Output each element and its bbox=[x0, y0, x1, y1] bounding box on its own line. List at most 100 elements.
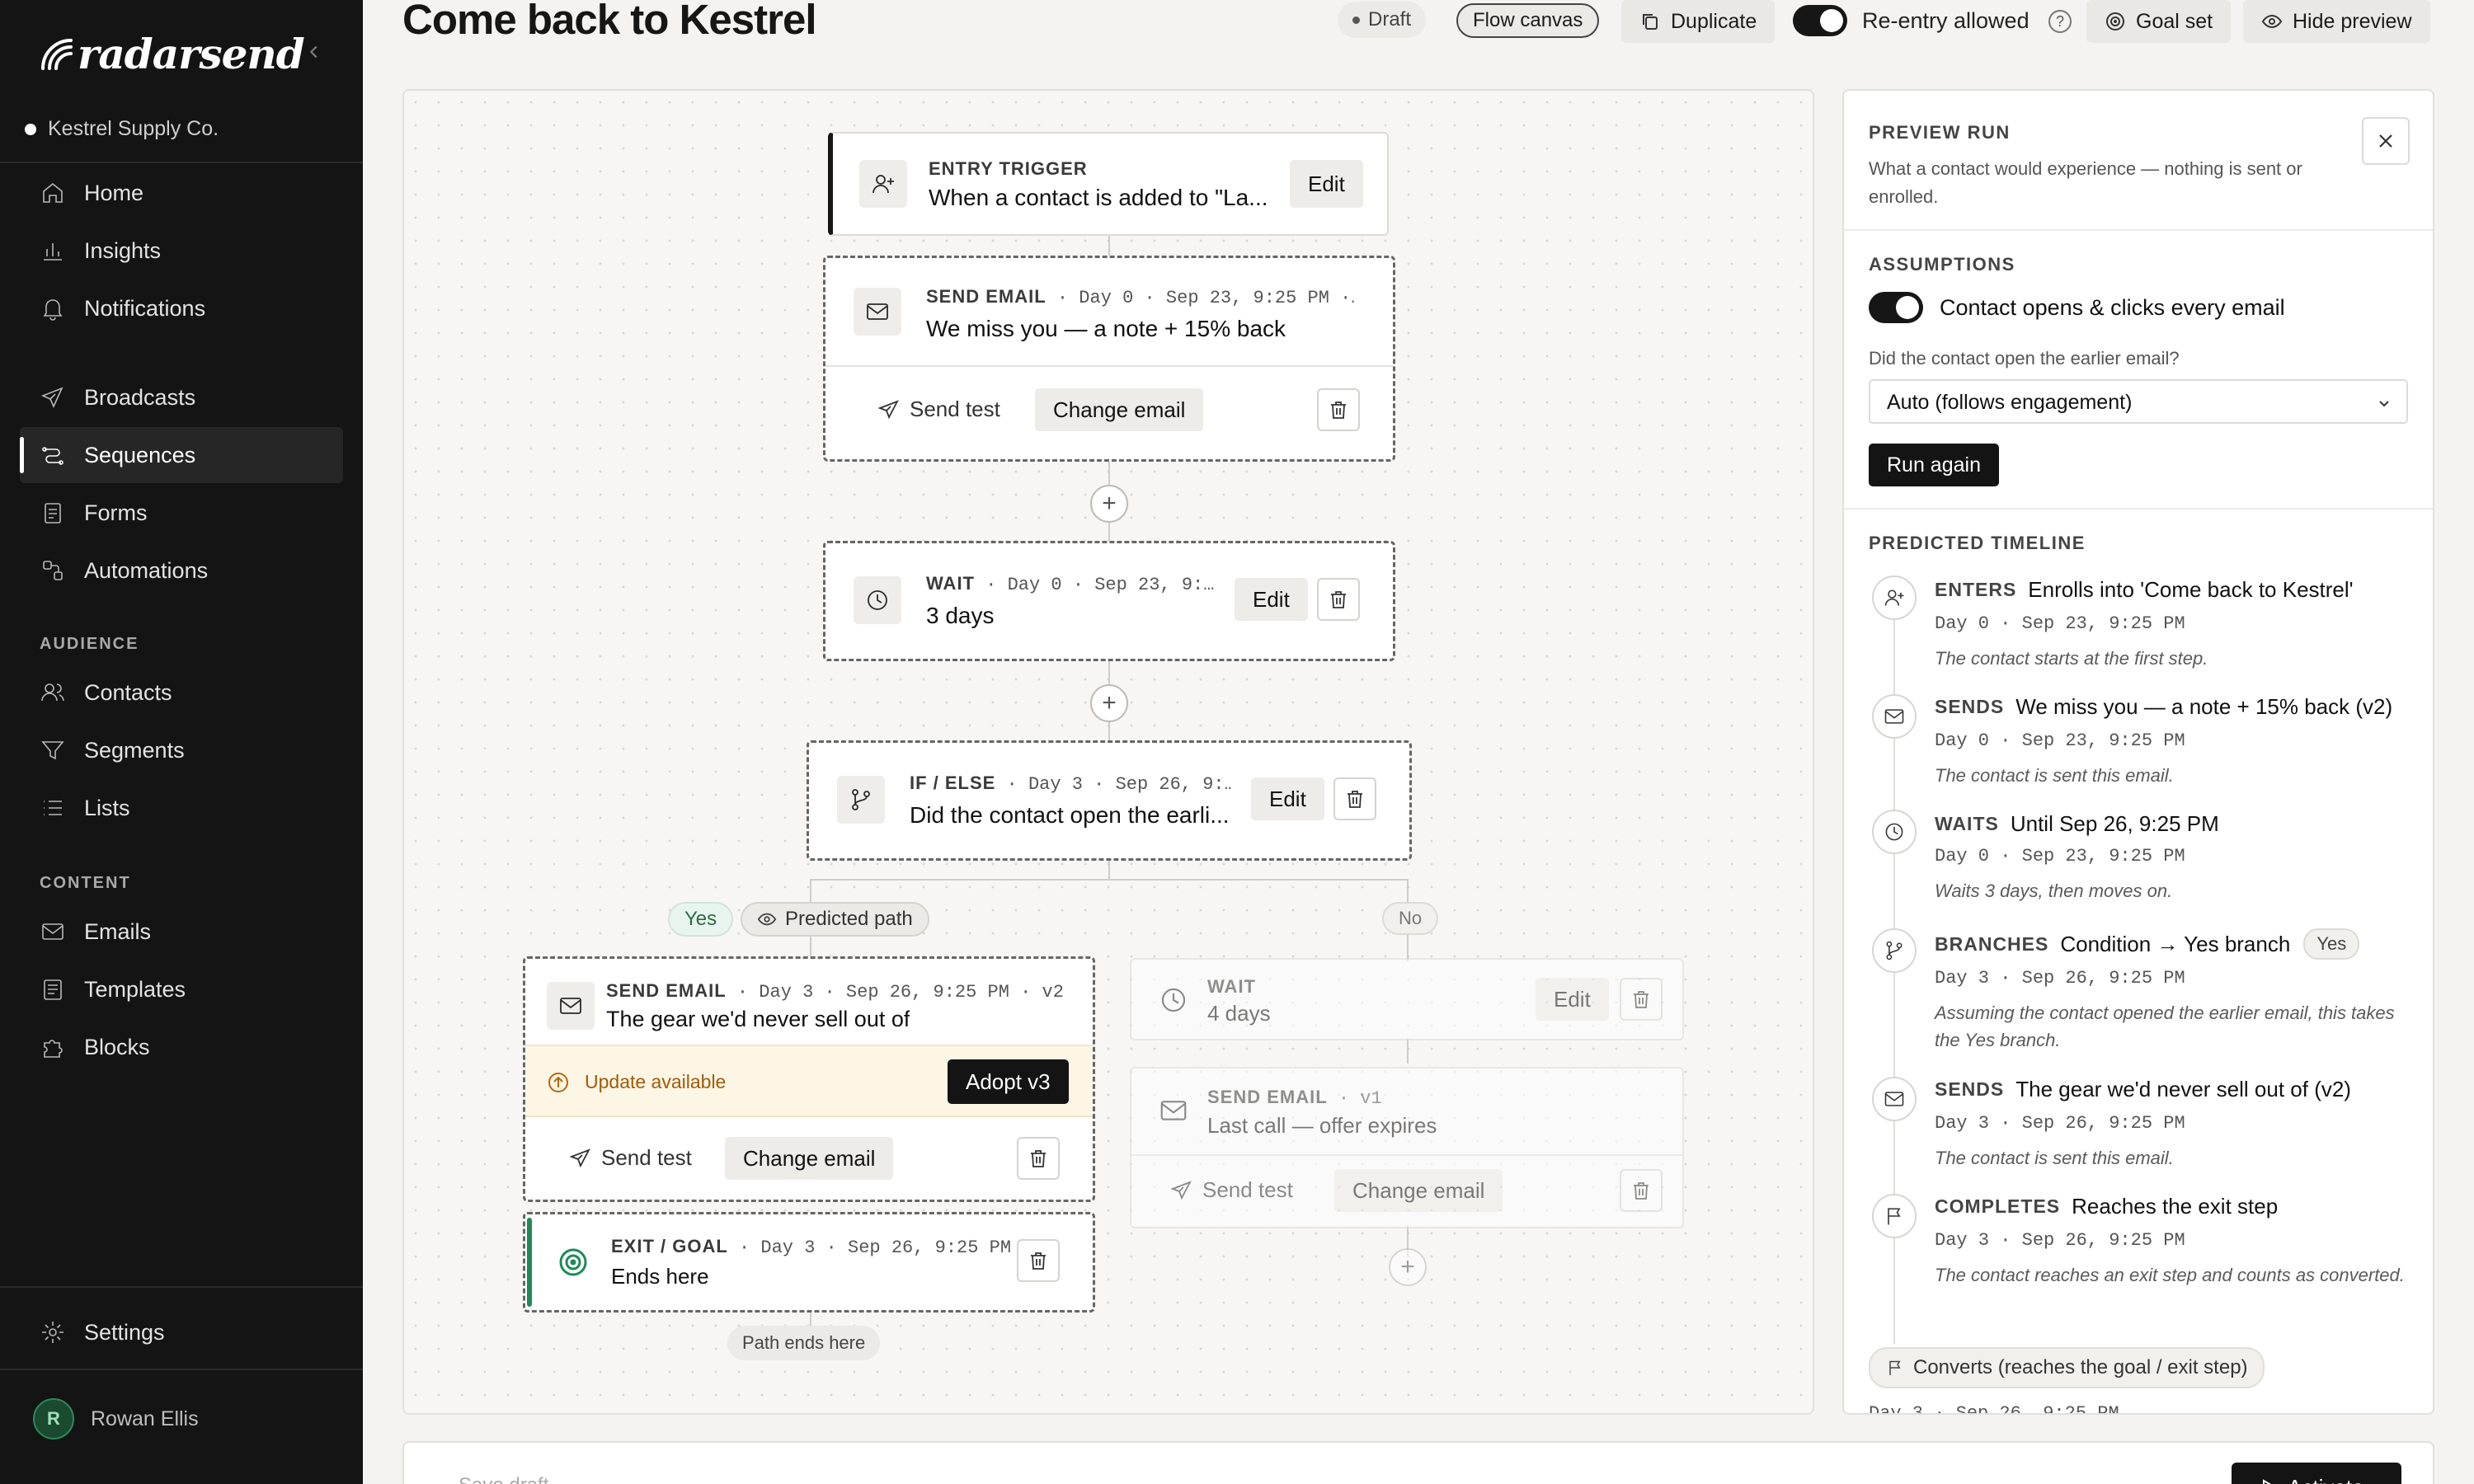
hide-preview-button[interactable]: Hide preview bbox=[2243, 0, 2430, 43]
copy-icon bbox=[1643, 14, 1658, 30]
save-draft-button[interactable]: Save draft bbox=[459, 1474, 548, 1484]
send-test-button[interactable]: Send test bbox=[570, 1145, 692, 1171]
send-test-button[interactable]: Send test bbox=[1171, 1177, 1293, 1203]
nav-automations[interactable]: Automations bbox=[20, 542, 343, 599]
reentry-toggle[interactable] bbox=[1793, 5, 1847, 36]
entry-trigger-card[interactable]: ENTRY TRIGGER When a contact is added to… bbox=[828, 132, 1389, 236]
bar-chart-icon bbox=[44, 243, 62, 261]
brand-logo[interactable]: radarsend bbox=[38, 30, 305, 78]
list-icon bbox=[44, 801, 62, 815]
delete-step-button[interactable] bbox=[1317, 388, 1360, 431]
event-meta: Day 3 · Sep 26, 9:25 PM bbox=[1935, 1113, 2185, 1134]
delete-step-button[interactable] bbox=[1333, 777, 1376, 820]
nav-contacts[interactable]: Contacts bbox=[20, 665, 343, 721]
adopt-version-button[interactable]: Adopt v3 bbox=[948, 1059, 1069, 1104]
clock-icon bbox=[1161, 988, 1186, 1012]
event-kind: WAITS bbox=[1935, 813, 1999, 834]
nav-blocks[interactable]: Blocks bbox=[20, 1019, 343, 1075]
exit-goal-card[interactable]: EXIT / GOAL · Day 3 · Sep 26, 9:25 PM En… bbox=[523, 1212, 1095, 1313]
run-again-button[interactable]: Run again bbox=[1869, 444, 1999, 486]
nav-lists[interactable]: Lists bbox=[20, 780, 343, 836]
divider bbox=[0, 162, 363, 163]
event-text: Until Sep 26, 9:25 PM bbox=[2010, 811, 2219, 836]
edit-trigger-button[interactable]: Edit bbox=[1290, 160, 1363, 208]
help-icon[interactable]: ? bbox=[2048, 10, 2072, 33]
nav-notifications[interactable]: Notifications bbox=[20, 280, 343, 336]
user-menu[interactable]: R Rowan Ellis bbox=[33, 1398, 199, 1439]
divider bbox=[0, 1286, 363, 1288]
nav-label: Broadcasts bbox=[84, 384, 196, 410]
nav-insights[interactable]: Insights bbox=[20, 223, 343, 279]
divider bbox=[1844, 229, 2433, 231]
nav-templates[interactable]: Templates bbox=[20, 961, 343, 1017]
edit-condition-button[interactable]: Edit bbox=[1251, 777, 1324, 820]
delete-step-button[interactable] bbox=[1017, 1137, 1060, 1180]
view-mode-badge[interactable]: Flow canvas bbox=[1456, 3, 1600, 38]
select-value: Auto (follows engagement) bbox=[1887, 391, 2133, 414]
nav-broadcasts[interactable]: Broadcasts bbox=[20, 369, 343, 425]
bell-icon bbox=[43, 299, 63, 321]
opens-clicks-toggle[interactable] bbox=[1869, 292, 1923, 323]
delete-step-button[interactable] bbox=[1017, 1239, 1060, 1282]
nav-label: Sequences bbox=[84, 442, 196, 467]
activate-button[interactable]: Activate bbox=[2232, 1463, 2401, 1484]
delete-step-button[interactable] bbox=[1620, 978, 1663, 1021]
send-email-card[interactable]: SEND EMAIL · Day 0 · Sep 23, 9:25 PM ·… … bbox=[823, 256, 1395, 462]
page-title: Come back to Kestrel bbox=[402, 0, 817, 43]
target-icon bbox=[2106, 12, 2124, 31]
trash-icon bbox=[1331, 591, 1346, 608]
add-step-button[interactable]: + bbox=[1090, 684, 1128, 722]
step-type: SEND EMAIL bbox=[606, 980, 727, 1001]
event-meta: Day 3 · Sep 26, 9:25 PM bbox=[1935, 1230, 2185, 1251]
delete-step-button[interactable] bbox=[1620, 1169, 1663, 1212]
send-email-card[interactable]: SEND EMAIL · v1 Last call — offer expire… bbox=[1130, 1067, 1684, 1228]
change-email-button[interactable]: Change email bbox=[1035, 388, 1204, 431]
edit-wait-button[interactable]: Edit bbox=[1235, 578, 1308, 621]
workspace-switcher[interactable]: Kestrel Supply Co. bbox=[25, 117, 219, 141]
engagement-select[interactable]: Auto (follows engagement) bbox=[1869, 379, 2408, 424]
step-type: SEND EMAIL bbox=[926, 286, 1047, 307]
status-text: Draft bbox=[1368, 8, 1412, 31]
send-email-card[interactable]: SEND EMAIL · Day 3 · Sep 26, 9:25 PM · v… bbox=[523, 956, 1095, 1202]
step-meta: · Day 3 · Sep 26, 9:… bbox=[995, 774, 1231, 795]
edit-wait-button[interactable]: Edit bbox=[1536, 978, 1609, 1021]
add-step-button[interactable]: + bbox=[1090, 485, 1128, 523]
goal-button[interactable]: Goal set bbox=[2086, 0, 2232, 43]
mail-icon bbox=[547, 982, 595, 1030]
add-step-button[interactable]: + bbox=[1389, 1248, 1427, 1286]
wait-step-card[interactable]: WAIT 4 days Edit bbox=[1130, 958, 1684, 1040]
delete-step-button[interactable] bbox=[1317, 578, 1360, 621]
step-title: We miss you — a note + 15% back bbox=[926, 316, 1286, 341]
change-email-button[interactable]: Change email bbox=[725, 1137, 894, 1180]
panel-description: What a contact would experience — nothin… bbox=[1869, 158, 2302, 207]
collapse-sidebar-icon[interactable] bbox=[305, 43, 323, 61]
send-test-button[interactable]: Send test bbox=[878, 397, 1000, 422]
nav-emails[interactable]: Emails bbox=[20, 904, 343, 960]
flow-canvas[interactable]: ENTRY TRIGGER When a contact is added to… bbox=[402, 89, 1814, 1415]
nav-label: Notifications bbox=[84, 295, 206, 321]
nav-label: Settings bbox=[84, 1319, 165, 1345]
if-else-card[interactable]: IF / ELSE · Day 3 · Sep 26, 9:… Did the … bbox=[807, 740, 1412, 861]
close-panel-button[interactable] bbox=[2362, 117, 2410, 165]
nav-forms[interactable]: Forms bbox=[20, 485, 343, 541]
activate-label: Activate bbox=[2288, 1475, 2364, 1484]
branch-badge: Yes bbox=[2303, 928, 2360, 960]
send-icon bbox=[40, 387, 63, 408]
nav-home[interactable]: Home bbox=[20, 165, 343, 221]
play-icon bbox=[2263, 1479, 2272, 1484]
step-meta: · Day 0 · Sep 23, 9:25 PM ·… bbox=[1046, 288, 1355, 308]
duplicate-label: Duplicate bbox=[1671, 9, 1757, 33]
wait-step-card[interactable]: WAIT · Day 0 · Sep 23, 9:… 3 days Edit bbox=[823, 541, 1395, 661]
path-ends-text: Path ends here bbox=[742, 1332, 866, 1353]
nav-label: Home bbox=[84, 180, 144, 205]
branch-icon bbox=[1872, 928, 1917, 973]
nav-sequences[interactable]: Sequences bbox=[20, 427, 343, 483]
clock-icon bbox=[854, 576, 901, 624]
goal-accent bbox=[527, 1218, 532, 1307]
filter-icon bbox=[41, 741, 64, 760]
nav-settings[interactable]: Settings bbox=[20, 1304, 343, 1360]
nav-segments[interactable]: Segments bbox=[20, 722, 343, 778]
duplicate-button[interactable]: Duplicate bbox=[1621, 0, 1776, 43]
change-email-button[interactable]: Change email bbox=[1334, 1169, 1503, 1212]
event-meta: Day 0 · Sep 23, 9:25 PM bbox=[1935, 846, 2185, 866]
